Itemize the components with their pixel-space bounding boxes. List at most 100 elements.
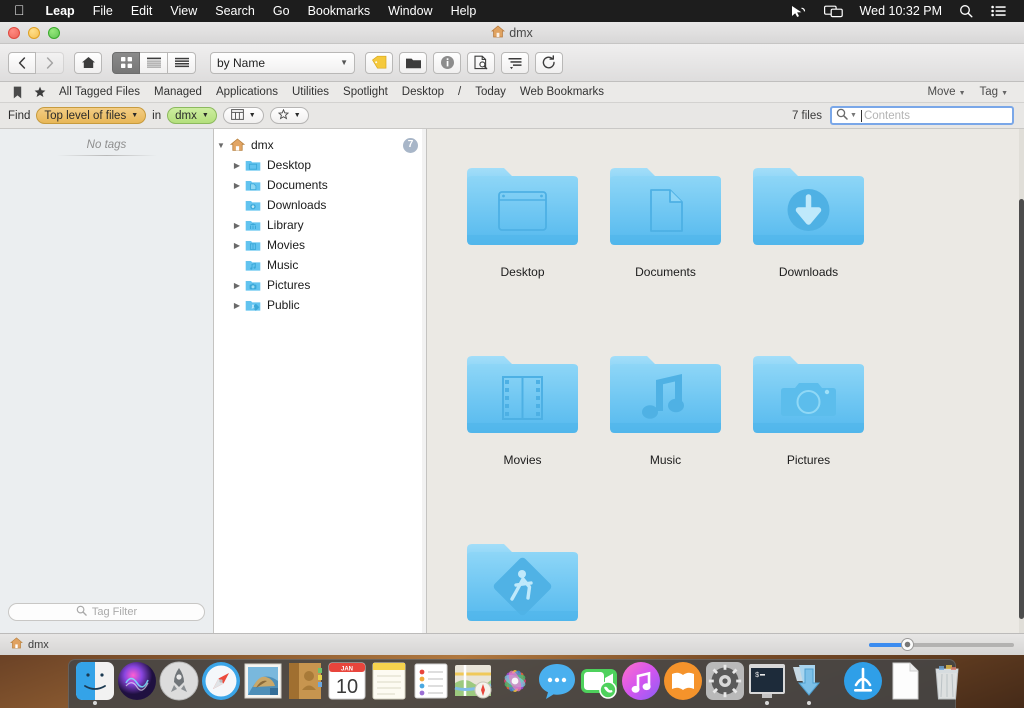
dock-item-siri[interactable] [117,660,157,706]
control-center-icon[interactable] [982,5,1015,17]
disclosure-triangle-icon[interactable]: ▶ [230,161,244,170]
dock-item-leap[interactable] [789,660,829,706]
bookmark-all-tagged-files[interactable]: All Tagged Files [53,86,146,98]
cursor-pointer-icon[interactable] [782,5,815,18]
menu-item-view[interactable]: View [161,0,206,22]
menu-item-edit[interactable]: Edit [122,0,162,22]
file-item-pictures[interactable]: Pictures [737,339,880,527]
file-item-desktop[interactable]: Desktop [451,151,594,339]
apple-logo-icon[interactable]:  [0,3,37,17]
dock-item-safari[interactable] [201,660,241,706]
move-menu-label: Move [927,86,955,98]
bookmark-applications[interactable]: Applications [210,86,284,98]
sort-filter-button[interactable] [501,52,529,74]
star-icon[interactable] [29,86,51,98]
menu-item-file[interactable]: File [84,0,122,22]
move-menu[interactable]: Move▼ [921,86,971,98]
dock-item-system-preferences[interactable] [705,660,745,706]
columns-dropdown[interactable]: ▼ [223,107,264,124]
file-item-public[interactable]: Public [451,527,594,633]
scrollbar-thumb[interactable] [1019,199,1024,619]
tree-row-public[interactable]: ▶ Public [214,295,426,315]
search-input[interactable]: ▼ Contents [830,106,1014,125]
tree-row-root[interactable]: ▼ dmx 7 [214,135,426,155]
slider-knob[interactable] [901,638,914,651]
home-button[interactable] [74,52,102,74]
menu-item-app-name[interactable]: Leap [37,0,84,22]
icon-size-slider[interactable] [869,639,1014,651]
dock-item-app-store[interactable] [843,660,883,706]
dock-item-finder[interactable] [75,660,115,706]
find-location-pill[interactable]: dmx ▼ [167,107,217,124]
tree-row-music[interactable]: Music [214,255,426,275]
favorites-dropdown[interactable]: ▼ [270,107,309,124]
dock-item-facetime[interactable] [579,660,619,706]
tree-row-pictures[interactable]: ▶ Pictures [214,275,426,295]
dock-item-calendar[interactable]: JAN 10 [327,660,367,706]
tree-row-downloads[interactable]: Downloads [214,195,426,215]
disclosure-triangle-open-icon[interactable]: ▼ [214,141,228,150]
file-item-label: Pictures [787,453,830,467]
icon-view-button[interactable] [112,52,140,74]
tree-row-library[interactable]: ▶ Library [214,215,426,235]
tree-row-documents[interactable]: ▶ Documents [214,175,426,195]
search-icon[interactable] [950,4,982,18]
file-item-documents[interactable]: Documents [594,151,737,339]
dock-item-ibooks[interactable] [663,660,703,706]
menu-item-window[interactable]: Window [379,0,441,22]
bookmark-spotlight[interactable]: Spotlight [337,86,394,98]
quick-look-button[interactable] [467,52,495,74]
file-item-downloads[interactable]: Downloads [737,151,880,339]
bookmark-managed[interactable]: Managed [148,86,208,98]
file-item-music[interactable]: Music [594,339,737,527]
bookmark-today[interactable]: Today [469,86,512,98]
menu-bar-clock[interactable]: Wed 10:32 PM [852,4,950,18]
column-view-button[interactable] [168,52,196,74]
dock-item-notes[interactable] [369,660,409,706]
disclosure-triangle-icon[interactable]: ▶ [230,281,244,290]
dock-item-launchpad[interactable] [159,660,199,706]
dock-item-photos[interactable] [495,660,535,706]
disclosure-triangle-icon[interactable]: ▶ [230,181,244,190]
menu-item-search[interactable]: Search [206,0,264,22]
dock-item-trash[interactable] [927,660,967,706]
bookmark-utilities[interactable]: Utilities [286,86,335,98]
dock-item-reminders[interactable] [411,660,451,706]
menu-item-go[interactable]: Go [264,0,299,22]
file-item-movies[interactable]: Movies [451,339,594,527]
disclosure-triangle-icon[interactable]: ▶ [230,221,244,230]
screen-mirroring-icon[interactable] [815,5,852,18]
tag-button[interactable] [365,52,393,74]
window-title-text: dmx [509,26,533,40]
dock-item-maps[interactable] [453,660,493,706]
disclosure-triangle-icon[interactable]: ▶ [230,301,244,310]
menu-item-help[interactable]: Help [442,0,486,22]
bookmark-desktop[interactable]: Desktop [396,86,450,98]
dock-item-document[interactable] [885,660,925,706]
tree-row-desktop[interactable]: ▶ Desktop [214,155,426,175]
refresh-button[interactable] [535,52,563,74]
list-view-button[interactable] [140,52,168,74]
tag-menu[interactable]: Tag▼ [974,86,1014,98]
disclosure-triangle-icon[interactable]: ▶ [230,241,244,250]
dock-item-messages[interactable] [537,660,577,706]
dock-item-mail[interactable] [243,660,283,706]
folder-library-icon [244,219,262,232]
back-button[interactable] [8,52,36,74]
tag-filter-input[interactable]: Tag Filter [8,603,205,621]
dock-item-contacts[interactable] [285,660,325,706]
dock-item-itunes[interactable] [621,660,661,706]
bookmark-icon[interactable] [8,86,27,99]
forward-button[interactable] [36,52,64,74]
dock-item-terminal[interactable]: $ [747,660,787,706]
sort-order-select[interactable]: by Name ▼ [210,52,355,74]
bookmark-root[interactable]: / [452,86,467,98]
menu-item-bookmarks[interactable]: Bookmarks [299,0,380,22]
folder-button[interactable] [399,52,427,74]
bookmark-web-bookmarks[interactable]: Web Bookmarks [514,86,610,98]
tree-row-movies[interactable]: ▶ Movies [214,235,426,255]
tree-scrollbar[interactable] [422,129,426,633]
find-scope-pill[interactable]: Top level of files ▼ [36,107,146,124]
info-button[interactable] [433,52,461,74]
content-scrollbar[interactable] [1019,129,1024,633]
